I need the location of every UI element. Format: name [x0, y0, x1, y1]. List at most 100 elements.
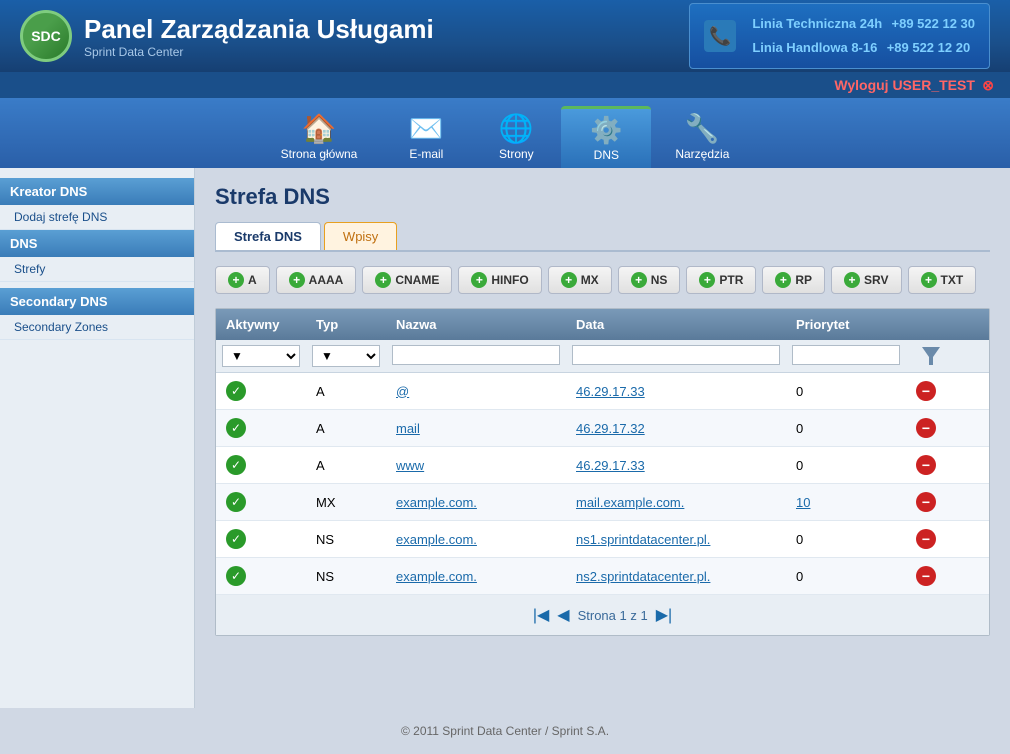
cell-name-2: www [386, 447, 566, 483]
col-actions [906, 309, 956, 340]
add-txt-button[interactable]: + TXT [908, 266, 977, 294]
cell-priority-1: 0 [786, 410, 906, 446]
header-title: Panel Zarządzania Usługami Sprint Data C… [84, 14, 434, 59]
plus-icon-a: + [228, 272, 244, 288]
add-ns-button[interactable]: + NS [618, 266, 681, 294]
add-ptr-button[interactable]: + PTR [686, 266, 756, 294]
filter-apply-cell[interactable] [906, 340, 956, 372]
nav-email[interactable]: ✉️ E-mail [381, 106, 471, 168]
table-row: ✓ A @ 46.29.17.33 0 − [216, 373, 989, 410]
filter-data[interactable] [566, 340, 786, 372]
first-page-button[interactable]: |◀ [533, 605, 549, 625]
nav-email-label: E-mail [409, 147, 443, 161]
sidebar-section-kreator[interactable]: Kreator DNS [0, 178, 194, 205]
cell-remove-3[interactable]: − [906, 484, 956, 520]
cell-priority-4: 0 [786, 521, 906, 557]
filter-data-input[interactable] [572, 345, 780, 365]
table-row: ✓ A mail 46.29.17.32 0 − [216, 410, 989, 447]
cell-active-3: ✓ [216, 484, 306, 520]
remove-icon-5[interactable]: − [916, 566, 936, 586]
add-a-button[interactable]: + A [215, 266, 270, 294]
header: SDC Panel Zarządzania Usługami Sprint Da… [0, 0, 1010, 72]
remove-icon-3[interactable]: − [916, 492, 936, 512]
cell-remove-4[interactable]: − [906, 521, 956, 557]
add-srv-button[interactable]: + SRV [831, 266, 901, 294]
add-cname-button[interactable]: + CNAME [362, 266, 452, 294]
page-title: Strefa DNS [215, 184, 990, 210]
filter-nazwa-input[interactable] [392, 345, 560, 365]
phone-line1: Linia Techniczna 24h +89 522 12 30 [746, 12, 975, 36]
top-bar: Wyloguj USER_TEST ⊗ [0, 72, 1010, 98]
nav-narzedzia[interactable]: 🔧 Narzędzia [651, 106, 753, 168]
app-title: Panel Zarządzania Usługami [84, 14, 434, 45]
remove-icon-1[interactable]: − [916, 418, 936, 438]
col-nazwa: Nazwa [386, 309, 566, 340]
table-filter-row: ▼ ▼ [216, 340, 989, 373]
cell-data-4: ns1.sprintdatacenter.pl. [566, 521, 786, 557]
filter-priorytet-input[interactable] [792, 345, 900, 365]
cell-active-2: ✓ [216, 447, 306, 483]
sidebar-item-strefy[interactable]: Strefy [0, 257, 194, 282]
sidebar-item-secondary-zones[interactable]: Secondary Zones [0, 315, 194, 340]
filter-nazwa[interactable] [386, 340, 566, 372]
filter-typ[interactable]: ▼ [306, 340, 386, 372]
sidebar-section-secondary-dns[interactable]: Secondary DNS [0, 288, 194, 315]
sidebar: Kreator DNS Dodaj strefę DNS DNS Strefy … [0, 168, 195, 708]
nav-strony-label: Strony [499, 147, 534, 161]
plus-icon-mx: + [561, 272, 577, 288]
prev-page-button[interactable]: ◀ [557, 605, 569, 625]
filter-aktywny-select[interactable]: ▼ [222, 345, 300, 367]
check-icon-5: ✓ [226, 566, 246, 586]
check-icon-2: ✓ [226, 455, 246, 475]
pagination-text: Strona 1 z 1 [578, 608, 648, 623]
cell-priority-5: 0 [786, 558, 906, 594]
dns-buttons-bar: + A + AAAA + CNAME + HINFO + MX + NS [215, 266, 990, 294]
add-mx-button[interactable]: + MX [548, 266, 612, 294]
logout-area: Wyloguj USER_TEST ⊗ [830, 77, 994, 94]
cell-name-0: @ [386, 373, 566, 409]
plus-icon-aaaa: + [289, 272, 305, 288]
cell-remove-2[interactable]: − [906, 447, 956, 483]
sidebar-section-dns[interactable]: DNS [0, 230, 194, 257]
cell-name-4: example.com. [386, 521, 566, 557]
table-row: ✓ MX example.com. mail.example.com. 10 − [216, 484, 989, 521]
remove-icon-4[interactable]: − [916, 529, 936, 549]
add-aaaa-button[interactable]: + AAAA [276, 266, 357, 294]
phone-info: 📞 Linia Techniczna 24h +89 522 12 30 Lin… [689, 3, 990, 68]
cell-type-0: A [306, 373, 386, 409]
logout-icon[interactable]: ⊗ [982, 77, 994, 93]
cell-remove-0[interactable]: − [906, 373, 956, 409]
add-rp-button[interactable]: + RP [762, 266, 825, 294]
pagination: |◀ ◀ Strona 1 z 1 ▶| [216, 595, 989, 635]
plus-icon-rp: + [775, 272, 791, 288]
check-icon-0: ✓ [226, 381, 246, 401]
cell-remove-5[interactable]: − [906, 558, 956, 594]
sidebar-item-dodaj[interactable]: Dodaj strefę DNS [0, 205, 194, 230]
filter-priorytet[interactable] [786, 340, 906, 372]
cell-priority-0: 0 [786, 373, 906, 409]
remove-icon-2[interactable]: − [916, 455, 936, 475]
tab-wpisy[interactable]: Wpisy [324, 222, 397, 250]
nav-strony[interactable]: 🌐 Strony [471, 106, 561, 168]
plus-icon-srv: + [844, 272, 860, 288]
add-hinfo-button[interactable]: + HINFO [458, 266, 541, 294]
tab-strefa-dns[interactable]: Strefa DNS [215, 222, 321, 250]
footer: © 2011 Sprint Data Center / Sprint S.A. [0, 708, 1010, 754]
cell-priority-2: 0 [786, 447, 906, 483]
phone-lines: Linia Techniczna 24h +89 522 12 30 Linia… [746, 12, 975, 59]
cell-data-0: 46.29.17.33 [566, 373, 786, 409]
filter-aktywny[interactable]: ▼ [216, 340, 306, 372]
nav-dns[interactable]: ⚙️ DNS [561, 106, 651, 168]
nav-home[interactable]: 🏠 Strona główna [257, 106, 382, 168]
remove-icon-0[interactable]: − [916, 381, 936, 401]
table-row: ✓ NS example.com. ns1.sprintdatacenter.p… [216, 521, 989, 558]
cell-remove-1[interactable]: − [906, 410, 956, 446]
plus-icon-txt: + [921, 272, 937, 288]
logo-area: SDC Panel Zarządzania Usługami Sprint Da… [20, 10, 434, 62]
cell-type-2: A [306, 447, 386, 483]
phone-icon: 📞 [704, 20, 736, 52]
filter-typ-select[interactable]: ▼ [312, 345, 380, 367]
next-page-button[interactable]: ▶| [656, 605, 672, 625]
check-icon-3: ✓ [226, 492, 246, 512]
filter-apply-icon[interactable] [920, 345, 942, 367]
